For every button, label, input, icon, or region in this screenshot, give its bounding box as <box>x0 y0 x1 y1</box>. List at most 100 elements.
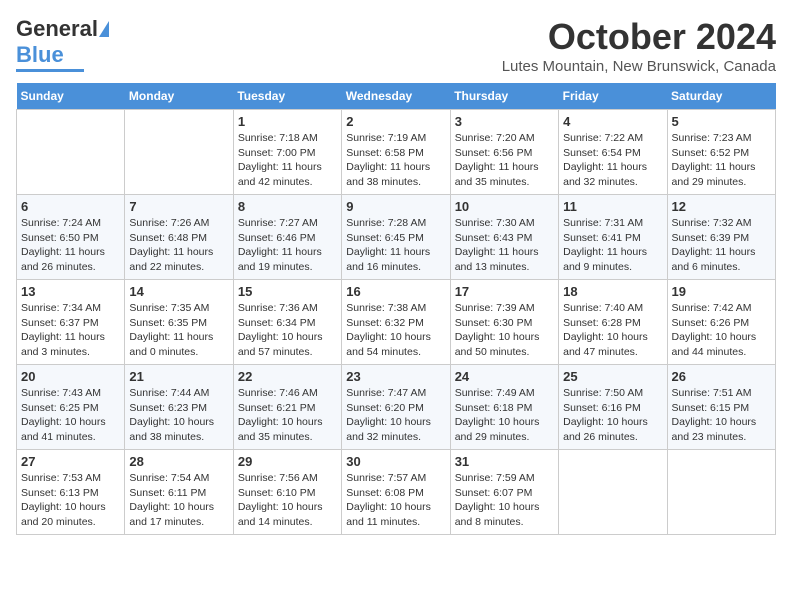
day-number: 15 <box>238 284 337 299</box>
day-number: 13 <box>21 284 120 299</box>
calendar-cell: 7 Sunrise: 7:26 AM Sunset: 6:48 PM Daylig… <box>125 195 233 280</box>
day-number: 10 <box>455 199 554 214</box>
calendar-cell: 2 Sunrise: 7:19 AM Sunset: 6:58 PM Daylig… <box>342 110 450 195</box>
day-number: 14 <box>129 284 228 299</box>
day-number: 6 <box>21 199 120 214</box>
calendar-cell: 19Sunrise: 7:42 AM Sunset: 6:26 PM Dayli… <box>667 280 775 365</box>
day-number: 30 <box>346 454 445 469</box>
calendar-cell: 6 Sunrise: 7:24 AM Sunset: 6:50 PM Daylig… <box>17 195 125 280</box>
day-number: 21 <box>129 369 228 384</box>
day-info: Sunrise: 7:44 AM Sunset: 6:23 PM Dayligh… <box>129 386 228 445</box>
day-info: Sunrise: 7:19 AM Sunset: 6:58 PM Dayligh… <box>346 131 445 190</box>
calendar-cell: 28Sunrise: 7:54 AM Sunset: 6:11 PM Dayli… <box>125 450 233 535</box>
calendar-cell: 30Sunrise: 7:57 AM Sunset: 6:08 PM Dayli… <box>342 450 450 535</box>
day-info: Sunrise: 7:49 AM Sunset: 6:18 PM Dayligh… <box>455 386 554 445</box>
week-row-4: 20 Sunrise: 7:43 AM Sunset: 6:25 PM Dayli… <box>17 365 776 450</box>
day-info: Sunrise: 7:23 AM Sunset: 6:52 PM Dayligh… <box>672 131 771 190</box>
calendar-cell <box>125 110 233 195</box>
day-header-sunday: Sunday <box>17 83 125 110</box>
calendar-cell: 8 Sunrise: 7:27 AM Sunset: 6:46 PM Daylig… <box>233 195 341 280</box>
day-info: Sunrise: 7:46 AM Sunset: 6:21 PM Dayligh… <box>238 386 337 445</box>
day-number: 4 <box>563 114 662 129</box>
calendar-header: SundayMondayTuesdayWednesdayThursdayFrid… <box>17 83 776 110</box>
calendar-cell: 11Sunrise: 7:31 AM Sunset: 6:41 PM Dayli… <box>559 195 667 280</box>
day-number: 27 <box>21 454 120 469</box>
day-number: 1 <box>238 114 337 129</box>
day-number: 17 <box>455 284 554 299</box>
day-number: 29 <box>238 454 337 469</box>
day-info: Sunrise: 7:39 AM Sunset: 6:30 PM Dayligh… <box>455 301 554 360</box>
day-info: Sunrise: 7:36 AM Sunset: 6:34 PM Dayligh… <box>238 301 337 360</box>
day-info: Sunrise: 7:27 AM Sunset: 6:46 PM Dayligh… <box>238 216 337 275</box>
page-header: General Blue October 2024 Lutes Mountain… <box>16 16 776 75</box>
calendar-cell: 12Sunrise: 7:32 AM Sunset: 6:39 PM Dayli… <box>667 195 775 280</box>
day-number: 23 <box>346 369 445 384</box>
calendar-cell: 27 Sunrise: 7:53 AM Sunset: 6:13 PM Dayli… <box>17 450 125 535</box>
day-info: Sunrise: 7:56 AM Sunset: 6:10 PM Dayligh… <box>238 471 337 530</box>
logo-blue-text: Blue <box>16 42 64 68</box>
day-info: Sunrise: 7:35 AM Sunset: 6:35 PM Dayligh… <box>129 301 228 360</box>
day-number: 8 <box>238 199 337 214</box>
calendar-cell: 21 Sunrise: 7:44 AM Sunset: 6:23 PM Dayli… <box>125 365 233 450</box>
week-row-1: 1 Sunrise: 7:18 AM Sunset: 7:00 PM Daylig… <box>17 110 776 195</box>
calendar-cell <box>667 450 775 535</box>
day-number: 16 <box>346 284 445 299</box>
calendar-cell <box>17 110 125 195</box>
day-number: 3 <box>455 114 554 129</box>
day-info: Sunrise: 7:53 AM Sunset: 6:13 PM Dayligh… <box>21 471 120 530</box>
calendar-cell: 29 Sunrise: 7:56 AM Sunset: 6:10 PM Dayli… <box>233 450 341 535</box>
day-header-saturday: Saturday <box>667 83 775 110</box>
day-info: Sunrise: 7:34 AM Sunset: 6:37 PM Dayligh… <box>21 301 120 360</box>
calendar-cell: 10 Sunrise: 7:30 AM Sunset: 6:43 PM Dayli… <box>450 195 558 280</box>
day-info: Sunrise: 7:43 AM Sunset: 6:25 PM Dayligh… <box>21 386 120 445</box>
month-title: October 2024 <box>502 16 776 58</box>
calendar-cell: 23 Sunrise: 7:47 AM Sunset: 6:20 PM Dayli… <box>342 365 450 450</box>
calendar-cell: 9 Sunrise: 7:28 AM Sunset: 6:45 PM Daylig… <box>342 195 450 280</box>
calendar-cell: 18Sunrise: 7:40 AM Sunset: 6:28 PM Dayli… <box>559 280 667 365</box>
calendar-cell: 14 Sunrise: 7:35 AM Sunset: 6:35 PM Dayli… <box>125 280 233 365</box>
logo-underline <box>16 69 84 72</box>
calendar-table: SundayMondayTuesdayWednesdayThursdayFrid… <box>16 83 776 535</box>
day-number: 22 <box>238 369 337 384</box>
day-info: Sunrise: 7:31 AM Sunset: 6:41 PM Dayligh… <box>563 216 662 275</box>
day-number: 18 <box>563 284 662 299</box>
calendar-cell: 3 Sunrise: 7:20 AM Sunset: 6:56 PM Daylig… <box>450 110 558 195</box>
day-info: Sunrise: 7:20 AM Sunset: 6:56 PM Dayligh… <box>455 131 554 190</box>
day-header-wednesday: Wednesday <box>342 83 450 110</box>
day-number: 19 <box>672 284 771 299</box>
day-number: 7 <box>129 199 228 214</box>
day-number: 20 <box>21 369 120 384</box>
day-info: Sunrise: 7:59 AM Sunset: 6:07 PM Dayligh… <box>455 471 554 530</box>
day-number: 28 <box>129 454 228 469</box>
logo-arrow-icon <box>99 21 109 37</box>
day-number: 25 <box>563 369 662 384</box>
logo: General Blue <box>16 16 109 72</box>
title-section: October 2024 Lutes Mountain, New Brunswi… <box>502 16 776 75</box>
day-header-tuesday: Tuesday <box>233 83 341 110</box>
calendar-cell: 22 Sunrise: 7:46 AM Sunset: 6:21 PM Dayli… <box>233 365 341 450</box>
day-info: Sunrise: 7:30 AM Sunset: 6:43 PM Dayligh… <box>455 216 554 275</box>
day-info: Sunrise: 7:28 AM Sunset: 6:45 PM Dayligh… <box>346 216 445 275</box>
week-row-3: 13 Sunrise: 7:34 AM Sunset: 6:37 PM Dayli… <box>17 280 776 365</box>
day-info: Sunrise: 7:24 AM Sunset: 6:50 PM Dayligh… <box>21 216 120 275</box>
day-info: Sunrise: 7:26 AM Sunset: 6:48 PM Dayligh… <box>129 216 228 275</box>
logo-general: General <box>16 16 98 42</box>
day-header-friday: Friday <box>559 83 667 110</box>
calendar-cell: 16 Sunrise: 7:38 AM Sunset: 6:32 PM Dayli… <box>342 280 450 365</box>
location-label: Lutes Mountain, New Brunswick, Canada <box>502 58 776 75</box>
calendar-cell: 25 Sunrise: 7:50 AM Sunset: 6:16 PM Dayli… <box>559 365 667 450</box>
calendar-body: 1 Sunrise: 7:18 AM Sunset: 7:00 PM Daylig… <box>17 110 776 535</box>
day-number: 9 <box>346 199 445 214</box>
day-info: Sunrise: 7:47 AM Sunset: 6:20 PM Dayligh… <box>346 386 445 445</box>
day-info: Sunrise: 7:50 AM Sunset: 6:16 PM Dayligh… <box>563 386 662 445</box>
day-number: 26 <box>672 369 771 384</box>
calendar-cell: 26Sunrise: 7:51 AM Sunset: 6:15 PM Dayli… <box>667 365 775 450</box>
header-row: SundayMondayTuesdayWednesdayThursdayFrid… <box>17 83 776 110</box>
calendar-cell: 1 Sunrise: 7:18 AM Sunset: 7:00 PM Daylig… <box>233 110 341 195</box>
day-info: Sunrise: 7:38 AM Sunset: 6:32 PM Dayligh… <box>346 301 445 360</box>
calendar-cell <box>559 450 667 535</box>
calendar-cell: 4Sunrise: 7:22 AM Sunset: 6:54 PM Daylig… <box>559 110 667 195</box>
day-number: 2 <box>346 114 445 129</box>
day-info: Sunrise: 7:18 AM Sunset: 7:00 PM Dayligh… <box>238 131 337 190</box>
calendar-cell: 17 Sunrise: 7:39 AM Sunset: 6:30 PM Dayli… <box>450 280 558 365</box>
